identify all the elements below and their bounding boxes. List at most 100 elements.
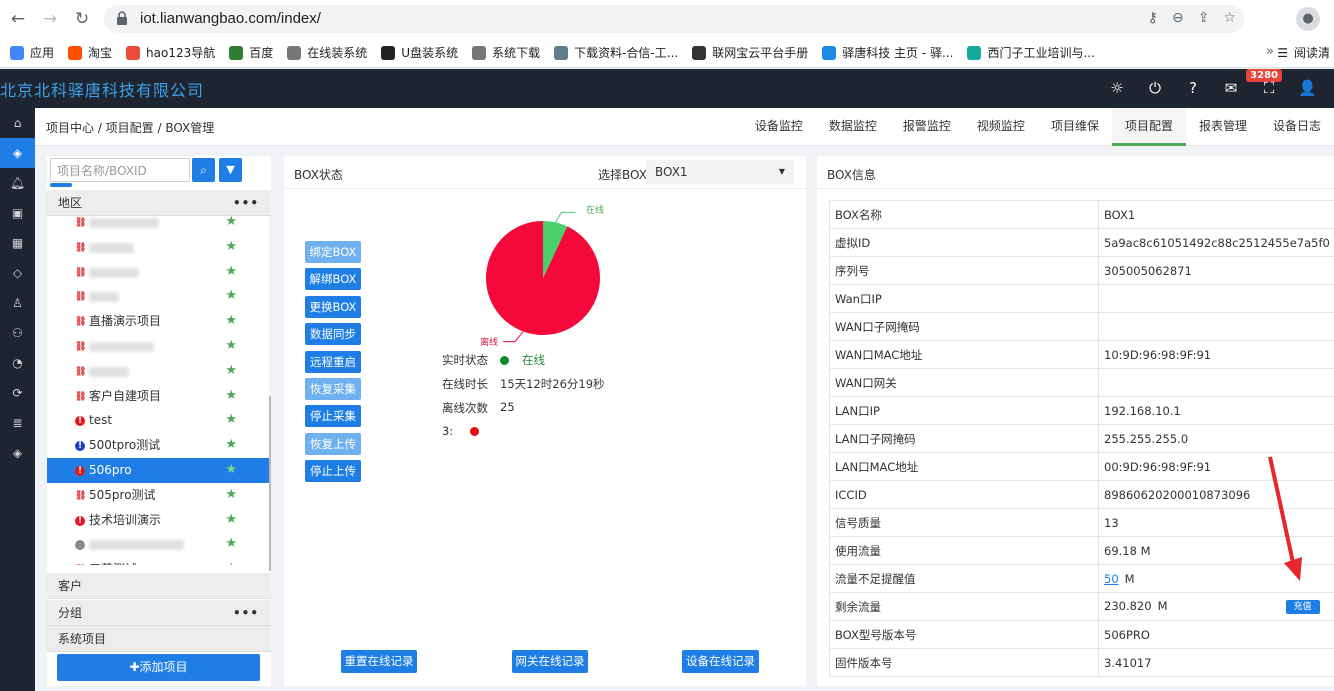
tab-6[interactable]: 报表管理	[1186, 108, 1260, 146]
box-action-button[interactable]: 恢复上传	[305, 432, 361, 455]
section-customer[interactable]: 客户	[47, 573, 271, 599]
user-icon[interactable]: 👤	[1298, 79, 1317, 97]
add-project-button[interactable]: ✚添加项目	[57, 654, 260, 681]
box-action-button[interactable]: 停止上传	[305, 460, 361, 483]
star-bookmark-icon[interactable]: ☆	[1223, 10, 1236, 26]
tree-item[interactable]: ⛓ ★	[47, 235, 269, 260]
layers-icon[interactable]: ◈	[0, 138, 35, 168]
favorite-star-icon[interactable]: ★	[225, 557, 237, 565]
box-select[interactable]: BOX1 ▼	[646, 160, 794, 184]
bookmark-item[interactable]: 在线装系统	[287, 44, 367, 61]
tree-item[interactable]: ⛓ 客户自建项目 ★	[47, 384, 269, 409]
favorite-star-icon[interactable]: ★	[225, 433, 237, 458]
zoom-icon[interactable]: ⊖	[1172, 10, 1184, 26]
share-icon[interactable]: ⇪	[1198, 10, 1210, 26]
back-icon[interactable]: ←	[8, 9, 28, 29]
favorite-star-icon[interactable]: ★	[225, 359, 237, 384]
home-icon[interactable]: ⌂	[0, 108, 35, 138]
flow-threshold-input[interactable]: 50	[1104, 572, 1119, 586]
tree-item[interactable]: ! 技术培训演示 ★	[47, 508, 269, 533]
box-action-button[interactable]: 更换BOX	[305, 295, 361, 318]
box-action-button[interactable]: 绑定BOX	[305, 241, 361, 263]
favorite-star-icon[interactable]: ★	[225, 384, 237, 409]
tree-item[interactable]: ⛓ 505pro测试 ★	[47, 483, 269, 508]
bookmark-item[interactable]: hao123导航	[126, 44, 215, 61]
search-icon[interactable]: ⌕	[192, 158, 215, 182]
project-search-input[interactable]: 项目名称/BOXID	[50, 158, 190, 182]
fullscreen-icon[interactable]: ⛶	[1260, 79, 1278, 97]
tree-item[interactable]: ! test ★	[47, 408, 269, 433]
favorite-star-icon[interactable]: ★	[225, 284, 237, 309]
group-more-icon[interactable]: •••	[233, 600, 259, 626]
list-icon[interactable]: ≣	[0, 408, 35, 438]
tree-item[interactable]: ⛓ 直播演示项目 ★	[47, 309, 269, 334]
tree-item[interactable]: ! 506pro ★	[47, 457, 269, 483]
bookmark-item[interactable]: 系统下载	[472, 44, 540, 61]
device-online-record-button[interactable]: 设备在线记录	[682, 650, 759, 673]
reload-icon[interactable]: ↻	[72, 9, 92, 29]
tab-1[interactable]: 数据监控	[816, 108, 890, 146]
bookmark-item[interactable]: U盘装系统	[381, 44, 458, 61]
reading-list-button[interactable]: ☰ 阅读清	[1277, 44, 1330, 61]
bookmark-item[interactable]: 淘宝	[68, 44, 112, 61]
tab-0[interactable]: 设备监控	[742, 108, 816, 146]
favorite-star-icon[interactable]: ★	[225, 235, 237, 260]
profile-avatar-icon[interactable]: ●	[1296, 7, 1320, 31]
person-icon[interactable]: ♙	[0, 288, 35, 318]
tree-item[interactable]: ★	[47, 532, 269, 557]
box-action-button[interactable]: 解绑BOX	[305, 268, 361, 291]
filter-icon[interactable]: ▼	[219, 158, 242, 182]
bookmark-item[interactable]: 百度	[229, 44, 273, 61]
sync-icon[interactable]: ⟳	[0, 378, 35, 408]
reset-online-record-button[interactable]: 重置在线记录	[341, 650, 417, 673]
bookmark-item[interactable]: 西门子工业培训与...	[967, 44, 1095, 61]
layers-bottom-icon[interactable]: ◈	[0, 438, 35, 468]
favorite-star-icon[interactable]: ★	[225, 260, 237, 285]
forward-icon[interactable]: →	[40, 9, 60, 29]
section-group[interactable]: 分组 •••	[47, 600, 271, 626]
bell-icon[interactable]: 🔔︎	[0, 168, 35, 198]
tree-item[interactable]: ⛓ ★	[47, 210, 269, 235]
box-action-button[interactable]: 数据同步	[305, 323, 361, 346]
dashboard-icon[interactable]: ◔	[0, 348, 35, 378]
mail-icon[interactable]: ✉	[1222, 79, 1240, 97]
tree-item[interactable]: ⛓ ★	[47, 359, 269, 384]
tab-7[interactable]: 设备日志	[1260, 108, 1334, 146]
favorite-star-icon[interactable]: ★	[225, 483, 237, 508]
tab-2[interactable]: 报警监控	[890, 108, 964, 146]
tab-4[interactable]: 项目维保	[1038, 108, 1112, 146]
stack-icon[interactable]: ◇	[0, 258, 35, 288]
users-icon[interactable]: ⚇	[0, 318, 35, 348]
help-icon[interactable]: ?	[1184, 79, 1202, 97]
favorite-star-icon[interactable]: ★	[225, 408, 237, 433]
tab-3[interactable]: 视频监控	[964, 108, 1038, 146]
favorite-star-icon[interactable]: ★	[225, 532, 237, 557]
favorite-star-icon[interactable]: ★	[225, 508, 237, 533]
device-icon[interactable]: ▣	[0, 198, 35, 228]
recharge-button[interactable]: 充值	[1285, 599, 1320, 614]
grid-icon[interactable]: ▦	[0, 228, 35, 258]
tree-item[interactable]: ⛓ ★	[47, 334, 269, 359]
key-icon[interactable]: ⚷	[1148, 10, 1158, 26]
bookmark-item[interactable]: 驿唐科技 主页 - 驿...	[822, 44, 953, 61]
favorite-star-icon[interactable]: ★	[225, 334, 237, 359]
bookmark-item[interactable]: 应用	[10, 44, 54, 61]
scrollbar-thumb[interactable]	[269, 396, 271, 571]
box-action-button[interactable]: 远程重启	[305, 350, 361, 373]
favorite-star-icon[interactable]: ★	[225, 458, 237, 483]
address-bar[interactable]: iot.lianwangbao.com/index/ ⚷ ⊖ ⇪ ☆	[104, 5, 1244, 33]
favorite-star-icon[interactable]: ★	[225, 210, 237, 235]
box-action-button[interactable]: 恢复采集	[305, 378, 361, 400]
gateway-online-record-button[interactable]: 网关在线记录	[512, 650, 588, 673]
tree-item[interactable]: ⛓三菱测试★	[47, 557, 269, 565]
box-action-button[interactable]: 停止采集	[305, 405, 361, 428]
favorite-star-icon[interactable]: ★	[225, 309, 237, 334]
bookmark-item[interactable]: 下载资料-合信-工...	[554, 44, 678, 61]
tree-item[interactable]: ⛓ ★	[47, 284, 269, 309]
bookmarks-more-icon[interactable]: »	[1266, 44, 1274, 59]
section-system[interactable]: 系统项目	[47, 626, 271, 652]
bulb-icon[interactable]: ☼	[1108, 79, 1126, 97]
power-icon[interactable]: ⏻	[1146, 79, 1164, 97]
tab-5[interactable]: 项目配置	[1111, 108, 1186, 146]
bookmark-item[interactable]: 联网宝云平台手册	[692, 44, 808, 61]
